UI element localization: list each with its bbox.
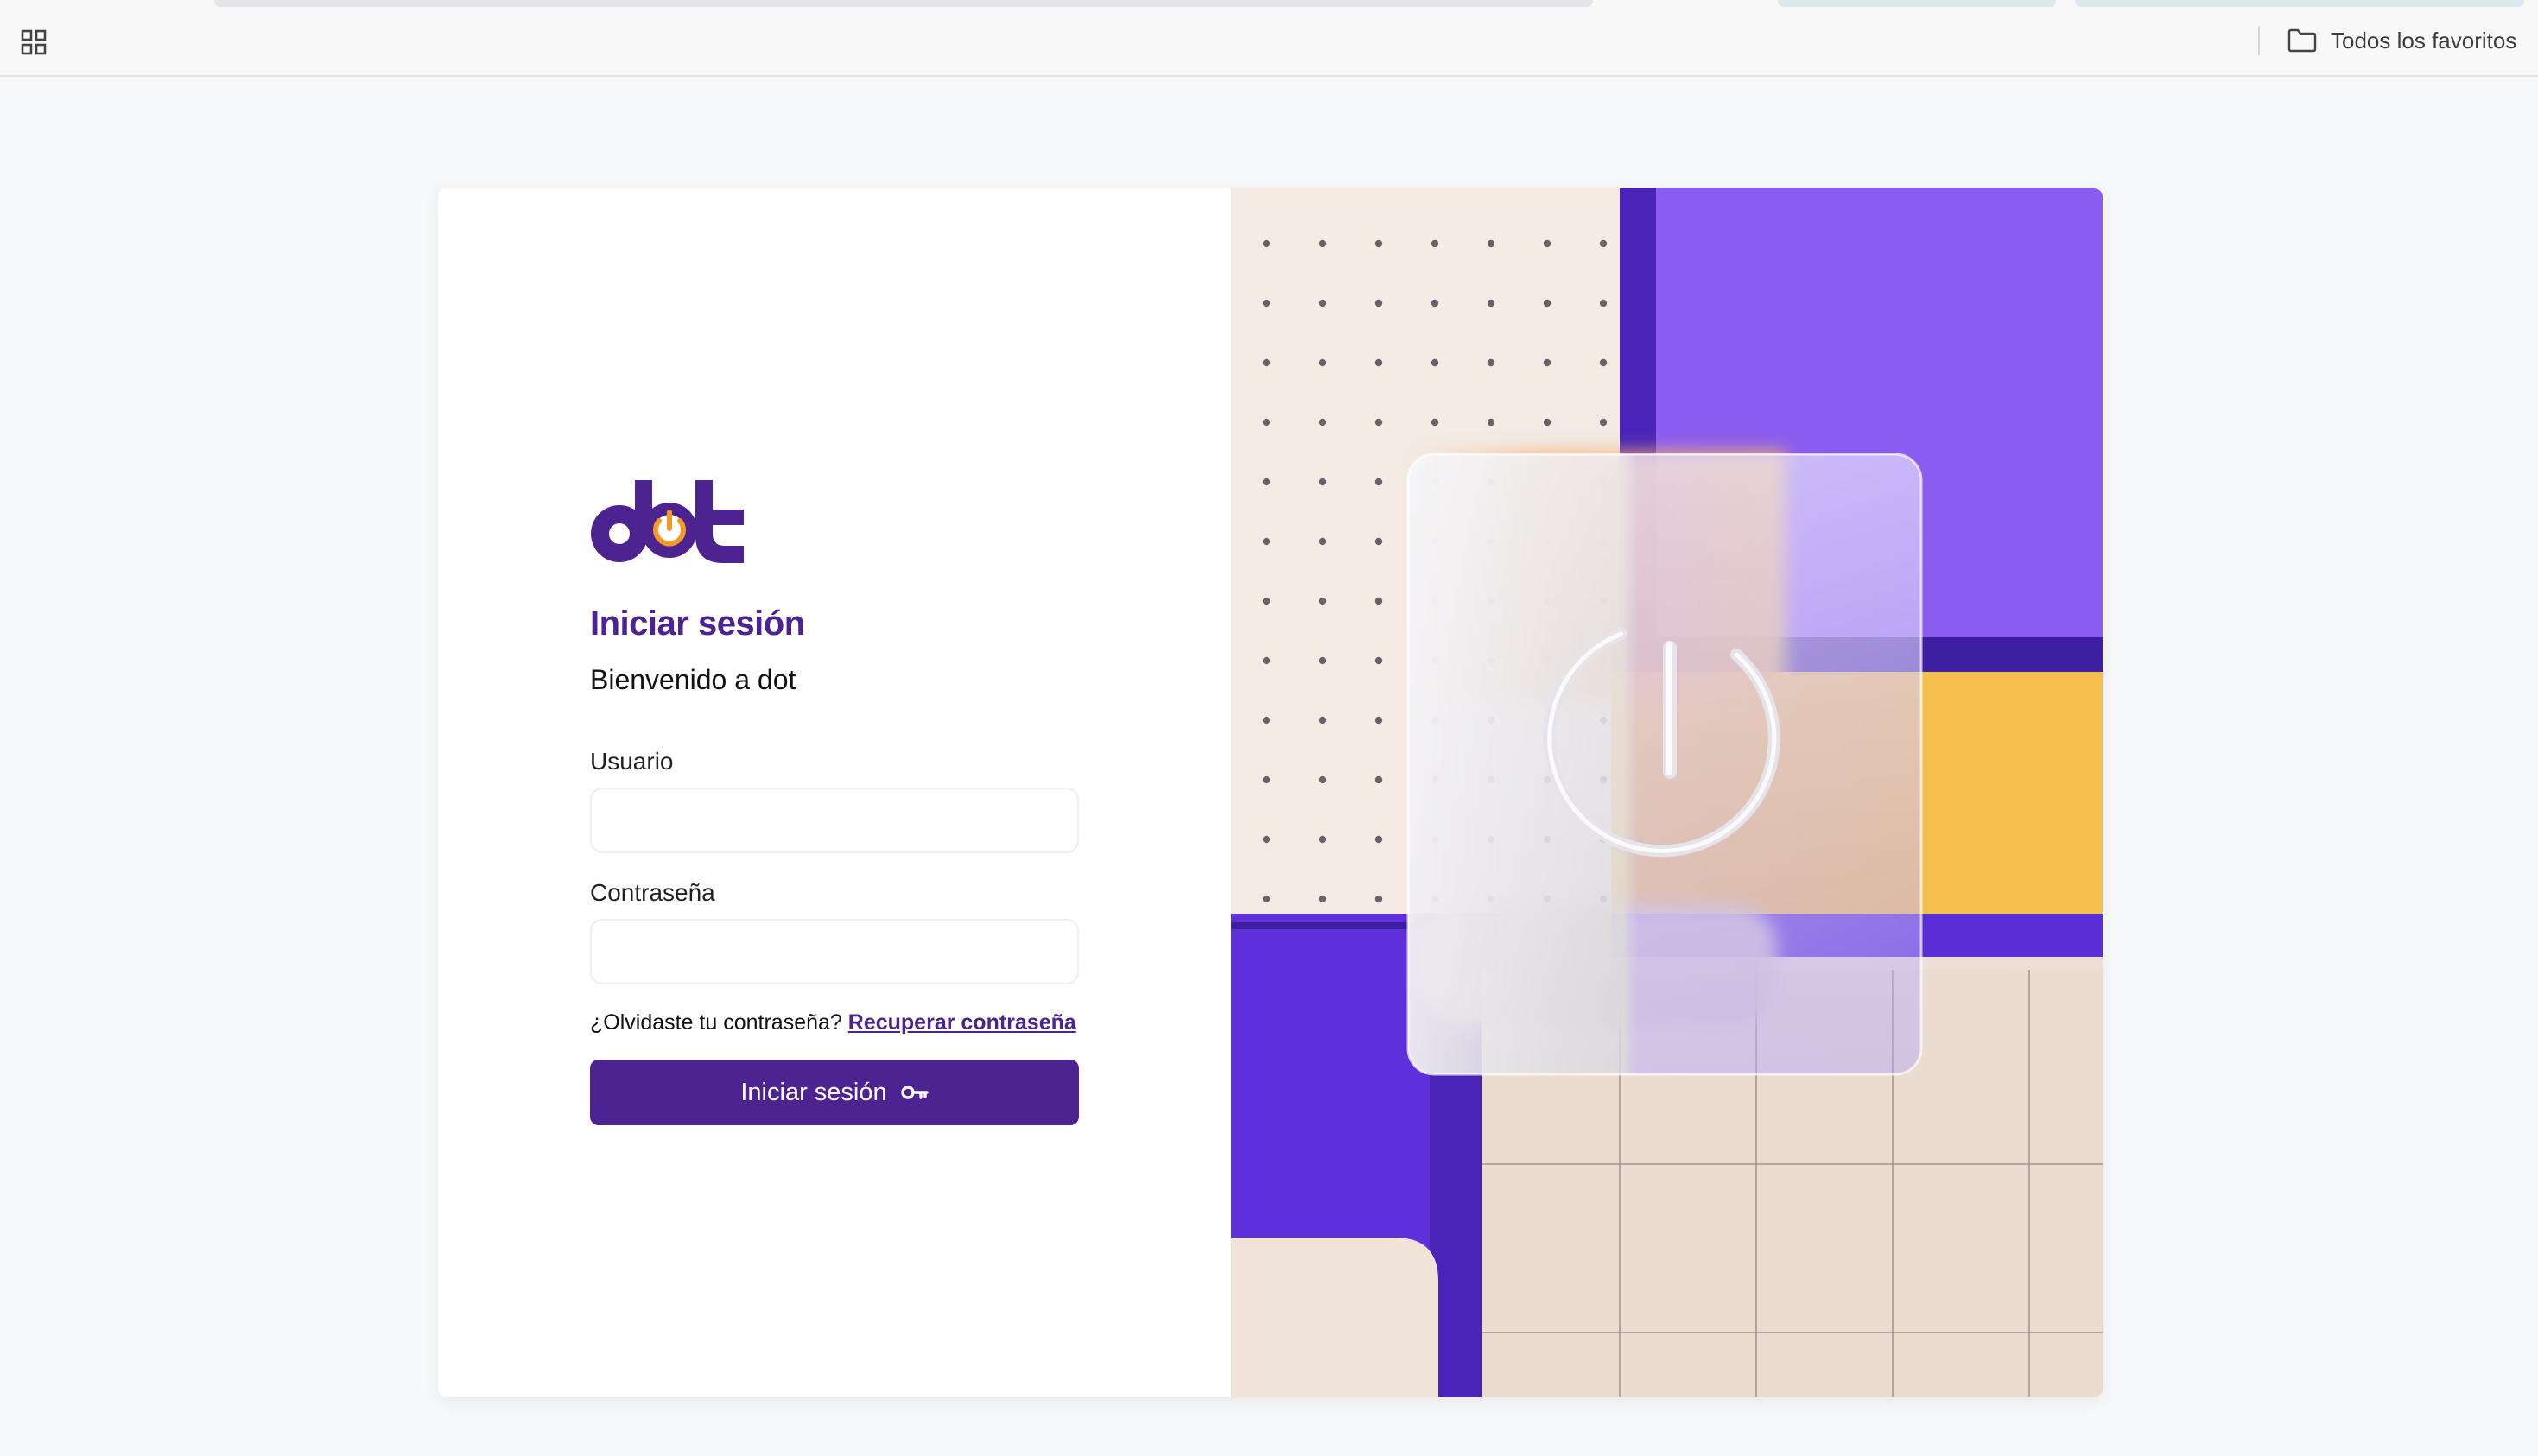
bookmarks-divider <box>2258 26 2260 55</box>
key-icon <box>900 1086 929 1099</box>
page-title: Iniciar sesión <box>590 605 805 643</box>
all-favorites-folder[interactable]: Todos los favoritos <box>2287 24 2516 57</box>
address-bar-edge[interactable] <box>214 0 1593 7</box>
folder-icon <box>2287 28 2317 53</box>
bookmarks-bar: Todos los favoritos <box>0 0 2538 77</box>
forgot-password-row: ¿Olvidaste tu contraseña? Recuperar cont… <box>590 1010 1079 1035</box>
grid-icon[interactable] <box>21 29 47 55</box>
dot-logo <box>591 480 744 563</box>
username-input[interactable] <box>590 788 1079 853</box>
login-button[interactable]: Iniciar sesión <box>590 1060 1079 1125</box>
illustration-art <box>1231 188 2103 1397</box>
favorites-label: Todos los favoritos <box>2331 27 2517 54</box>
toolbar-pill[interactable] <box>2075 0 2524 7</box>
login-card: Iniciar sesión Bienvenido a dot Usuario … <box>438 188 2103 1397</box>
toolbar-pill[interactable] <box>1778 0 2056 7</box>
recover-password-link[interactable]: Recuperar contraseña <box>848 1010 1076 1035</box>
password-input[interactable] <box>590 919 1079 984</box>
login-illustration <box>1231 188 2103 1397</box>
login-form: Iniciar sesión Bienvenido a dot Usuario … <box>590 480 1079 1125</box>
username-label: Usuario <box>590 748 674 775</box>
welcome-subtitle: Bienvenido a dot <box>590 664 796 695</box>
forgot-password-question: ¿Olvidaste tu contraseña? <box>590 1010 842 1035</box>
login-form-pane: Iniciar sesión Bienvenido a dot Usuario … <box>438 188 1231 1397</box>
password-label: Contraseña <box>590 879 715 906</box>
login-button-label: Iniciar sesión <box>740 1078 887 1106</box>
